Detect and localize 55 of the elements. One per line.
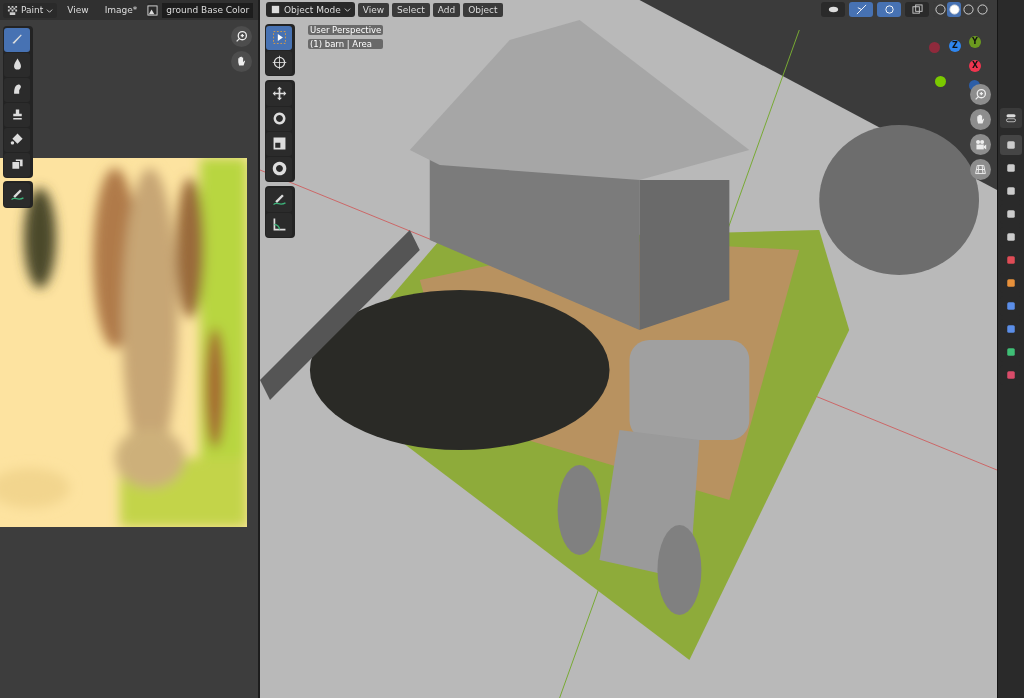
move-icon [270, 85, 288, 102]
menu-item[interactable]: View [61, 5, 95, 15]
caret-icon [343, 6, 351, 13]
shading-button[interactable] [961, 2, 975, 17]
sphere-icon [976, 4, 988, 15]
squares-icon [911, 4, 923, 15]
visibility-dropdown[interactable] [821, 2, 845, 17]
sphere-icon [934, 4, 946, 15]
viewport-info-text: (1) barn | Area [308, 39, 384, 49]
xray-toggle[interactable] [905, 2, 929, 17]
image-browse-button[interactable] [147, 2, 159, 18]
caret-icon [46, 6, 54, 14]
annotate-tool-button[interactable] [4, 182, 30, 207]
sphere-icon [962, 4, 974, 15]
tool-button[interactable] [4, 52, 30, 77]
tool-button[interactable] [266, 50, 292, 75]
tool-button[interactable] [4, 77, 30, 102]
tool-button[interactable] [266, 187, 292, 212]
pan-button[interactable] [231, 51, 252, 72]
shading-button[interactable] [947, 2, 961, 17]
gizmo-toggle[interactable] [849, 2, 873, 17]
overlay-toggle[interactable] [877, 2, 901, 17]
mode-dropdown[interactable]: Object Mode [266, 2, 355, 17]
image-icon [147, 4, 159, 16]
sphere-icon [948, 4, 960, 15]
zoom-icon [974, 88, 987, 101]
grid-icon [974, 163, 987, 176]
shading-button[interactable] [933, 2, 947, 17]
camera-icon [974, 138, 987, 151]
cursor-icon [270, 54, 288, 71]
tool-button[interactable] [4, 152, 30, 177]
select-box-icon [270, 29, 288, 46]
hand-icon [974, 113, 987, 126]
tool-button[interactable] [266, 131, 292, 156]
tool-button[interactable] [4, 127, 30, 152]
properties-tab[interactable] [1000, 135, 1022, 155]
tool-button[interactable] [4, 102, 30, 127]
hand-icon [235, 55, 248, 68]
viewport-info-text: User Perspective [308, 25, 384, 35]
editor-type-button[interactable] [1000, 108, 1022, 128]
tool-button[interactable] [266, 212, 292, 237]
image-name-field[interactable]: ground Base Color [162, 2, 254, 18]
mode-dropdown[interactable]: Paint [3, 2, 58, 18]
zoom-button[interactable] [231, 26, 252, 47]
tool-button[interactable] [266, 25, 292, 50]
menu-item[interactable]: Image* [98, 5, 144, 15]
zoom-icon [235, 30, 248, 43]
circles-icon [883, 4, 895, 15]
toggle-icon [1005, 112, 1017, 124]
tool-button[interactable] [4, 27, 30, 52]
tool-button[interactable] [266, 156, 292, 181]
tool-button[interactable] [266, 106, 292, 131]
grid-icon [7, 4, 18, 16]
tool-button[interactable] [266, 81, 292, 106]
shading-button[interactable] [975, 2, 989, 17]
